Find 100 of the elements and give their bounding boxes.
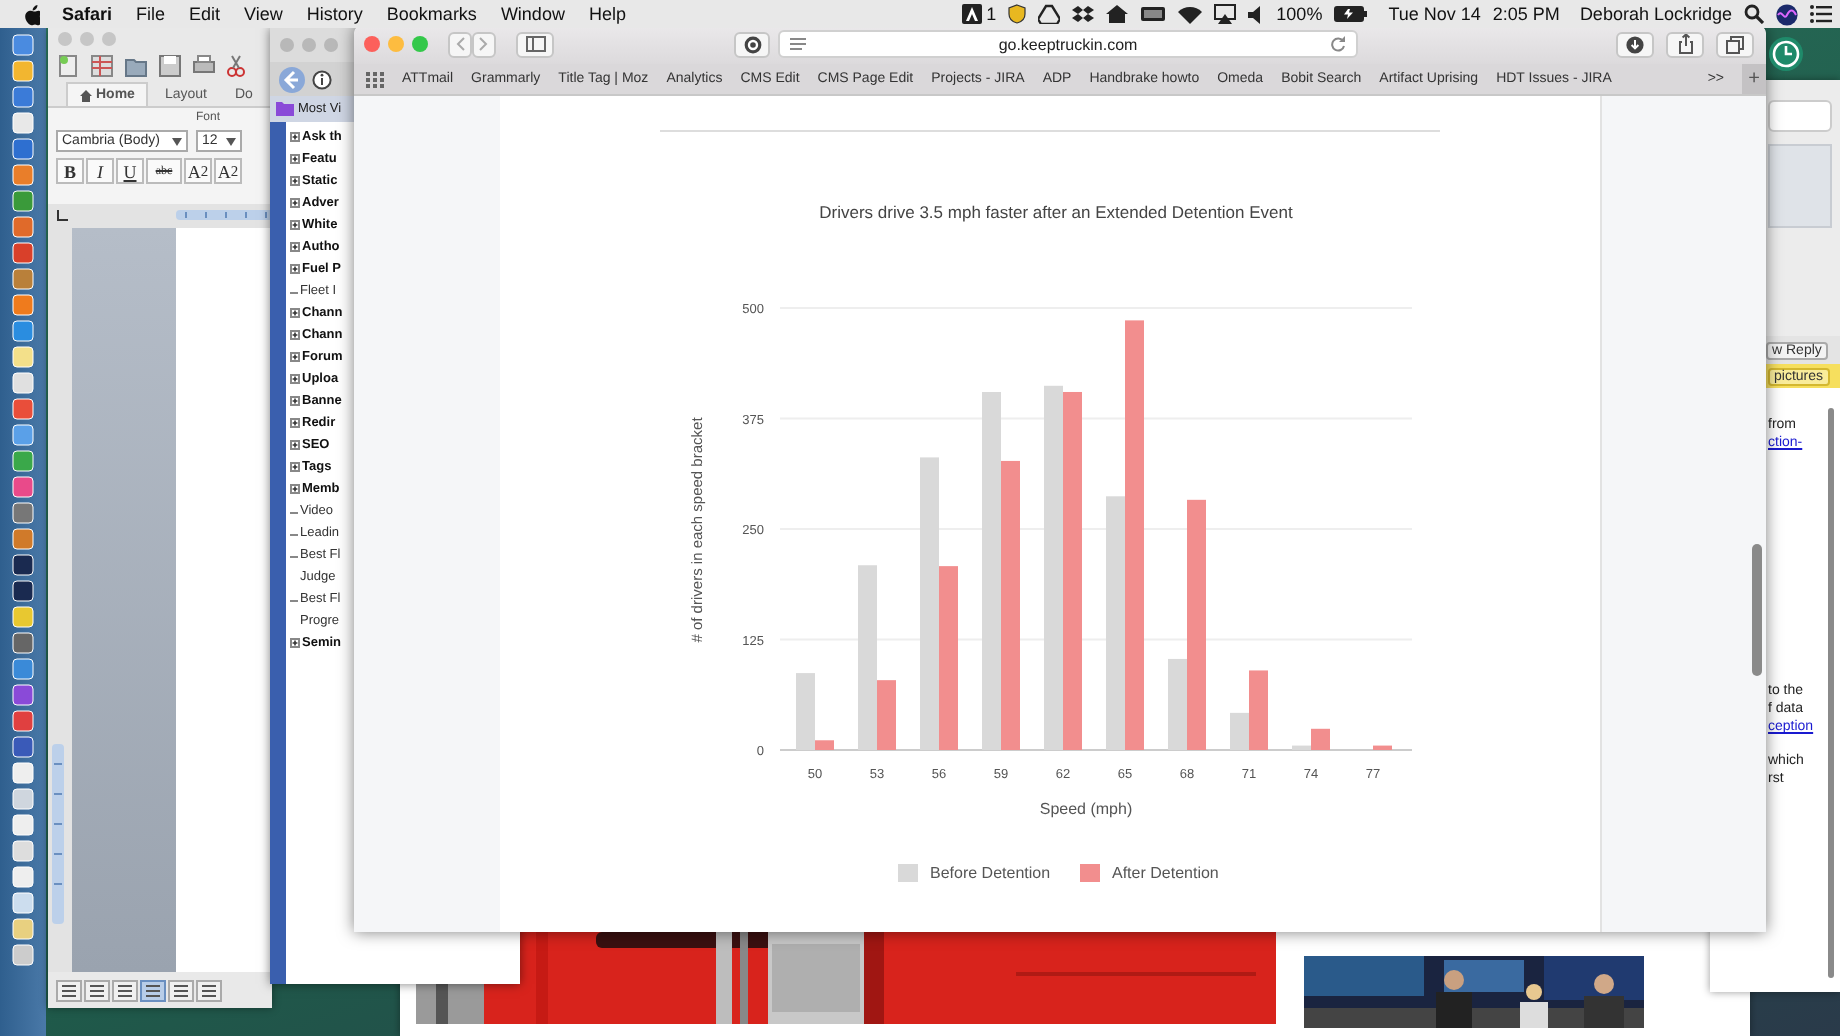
- new-document-icon[interactable]: [56, 53, 80, 77]
- app-icon[interactable]: [12, 684, 34, 706]
- app-icon[interactable]: [12, 710, 34, 732]
- app-icon[interactable]: [12, 762, 34, 784]
- expand-icon[interactable]: [290, 374, 300, 384]
- format-button[interactable]: I: [86, 158, 114, 184]
- app-icon[interactable]: [12, 658, 34, 680]
- expand-icon[interactable]: [290, 198, 300, 208]
- address-field[interactable]: go.keeptruckin.com: [778, 30, 1358, 58]
- tab-stop-icon[interactable]: [56, 208, 72, 222]
- save-icon[interactable]: [158, 53, 182, 77]
- menu-item[interactable]: Safari: [50, 4, 125, 24]
- volume-icon[interactable]: [1248, 5, 1265, 23]
- search-icon[interactable]: [1744, 4, 1764, 24]
- folder-icon[interactable]: [124, 53, 148, 77]
- downloads-button[interactable]: [1616, 31, 1654, 57]
- expand-icon[interactable]: [290, 308, 300, 318]
- format-button[interactable]: U: [116, 158, 144, 184]
- list-icon[interactable]: [1810, 4, 1832, 24]
- expand-icon[interactable]: [290, 242, 300, 252]
- view-button[interactable]: [84, 979, 110, 1001]
- app-icon[interactable]: [12, 632, 34, 654]
- expand-icon[interactable]: [290, 264, 300, 274]
- app-icon[interactable]: [12, 294, 34, 316]
- view-button[interactable]: [196, 979, 222, 1001]
- view-button[interactable]: [56, 979, 82, 1001]
- grid-icon[interactable]: [90, 53, 114, 77]
- app-icon[interactable]: [12, 554, 34, 576]
- menu-item[interactable]: View: [232, 4, 295, 24]
- expand-icon[interactable]: [290, 440, 300, 450]
- expand-icon[interactable]: [290, 330, 300, 340]
- share-button[interactable]: [1666, 31, 1704, 57]
- app-icon[interactable]: [12, 190, 34, 212]
- clock-icon[interactable]: [1768, 36, 1804, 72]
- app-icon[interactable]: [12, 606, 34, 628]
- app-icon[interactable]: [12, 736, 34, 758]
- dropbox-icon[interactable]: [1072, 4, 1095, 24]
- app-icon[interactable]: [12, 398, 34, 420]
- app-icon[interactable]: [12, 268, 34, 290]
- menu-item[interactable]: File: [124, 4, 178, 24]
- expand-icon[interactable]: [290, 154, 300, 164]
- view-button[interactable]: [140, 979, 166, 1001]
- cut-icon[interactable]: [226, 53, 246, 77]
- app-icon[interactable]: [12, 814, 34, 836]
- app-icon[interactable]: [12, 840, 34, 862]
- user-name[interactable]: Deborah Lockridge: [1579, 4, 1732, 24]
- sidebar-button[interactable]: [516, 31, 554, 57]
- shield-icon[interactable]: [1008, 4, 1027, 24]
- app-icon[interactable]: [12, 918, 34, 940]
- app-icon[interactable]: [12, 372, 34, 394]
- view-button[interactable]: [112, 979, 138, 1001]
- expand-icon[interactable]: [290, 220, 300, 230]
- tabs-button[interactable]: [1716, 31, 1754, 57]
- battery-icon[interactable]: [1334, 6, 1369, 22]
- format-button[interactable]: B: [56, 158, 84, 184]
- expand-icon[interactable]: [290, 484, 300, 494]
- info-icon[interactable]: [312, 69, 332, 89]
- expand-icon[interactable]: [290, 352, 300, 362]
- menu-item[interactable]: Window: [488, 4, 577, 24]
- expand-icon[interactable]: [290, 396, 300, 406]
- app-icon[interactable]: [12, 60, 34, 82]
- view-button[interactable]: [168, 979, 194, 1001]
- app-icon[interactable]: [12, 424, 34, 446]
- app-icon[interactable]: [12, 138, 34, 160]
- expand-icon[interactable]: [290, 638, 300, 648]
- app-icon[interactable]: [12, 788, 34, 810]
- menu-item[interactable]: Help: [576, 4, 638, 24]
- expand-icon[interactable]: [290, 176, 300, 186]
- app-icon[interactable]: [12, 866, 34, 888]
- expand-icon[interactable]: [290, 132, 300, 142]
- app-icon[interactable]: [12, 502, 34, 524]
- print-icon[interactable]: [192, 53, 216, 77]
- app-icon[interactable]: [12, 242, 34, 264]
- apple-icon[interactable]: [22, 3, 40, 25]
- display-icon[interactable]: [1140, 5, 1167, 23]
- app-icon[interactable]: [12, 346, 34, 368]
- app-icon[interactable]: [12, 892, 34, 914]
- app-icon[interactable]: [12, 476, 34, 498]
- drive-icon[interactable]: [1038, 4, 1061, 24]
- airplay-icon[interactable]: [1214, 4, 1237, 24]
- menu-item[interactable]: Bookmarks: [374, 4, 489, 24]
- extension-button[interactable]: [734, 31, 770, 57]
- wifi-icon[interactable]: [1178, 5, 1203, 23]
- siri-icon[interactable]: [1776, 3, 1798, 25]
- app-icon[interactable]: [12, 580, 34, 602]
- app-icon[interactable]: [12, 320, 34, 342]
- adobe-icon[interactable]: [962, 4, 983, 24]
- app-icon[interactable]: [12, 112, 34, 134]
- trash-icon[interactable]: [12, 944, 34, 966]
- menu-item[interactable]: Edit: [177, 4, 233, 24]
- app-icon[interactable]: [12, 216, 34, 238]
- search-field[interactable]: [1768, 100, 1832, 132]
- app-icon[interactable]: [12, 528, 34, 550]
- expand-icon[interactable]: [290, 462, 300, 472]
- new-tab-button[interactable]: +: [1742, 64, 1766, 94]
- grid-icon[interactable]: [366, 71, 384, 87]
- app-icon[interactable]: [12, 34, 34, 56]
- expand-icon[interactable]: [290, 418, 300, 428]
- app-icon[interactable]: [12, 450, 34, 472]
- app-icon[interactable]: [12, 164, 34, 186]
